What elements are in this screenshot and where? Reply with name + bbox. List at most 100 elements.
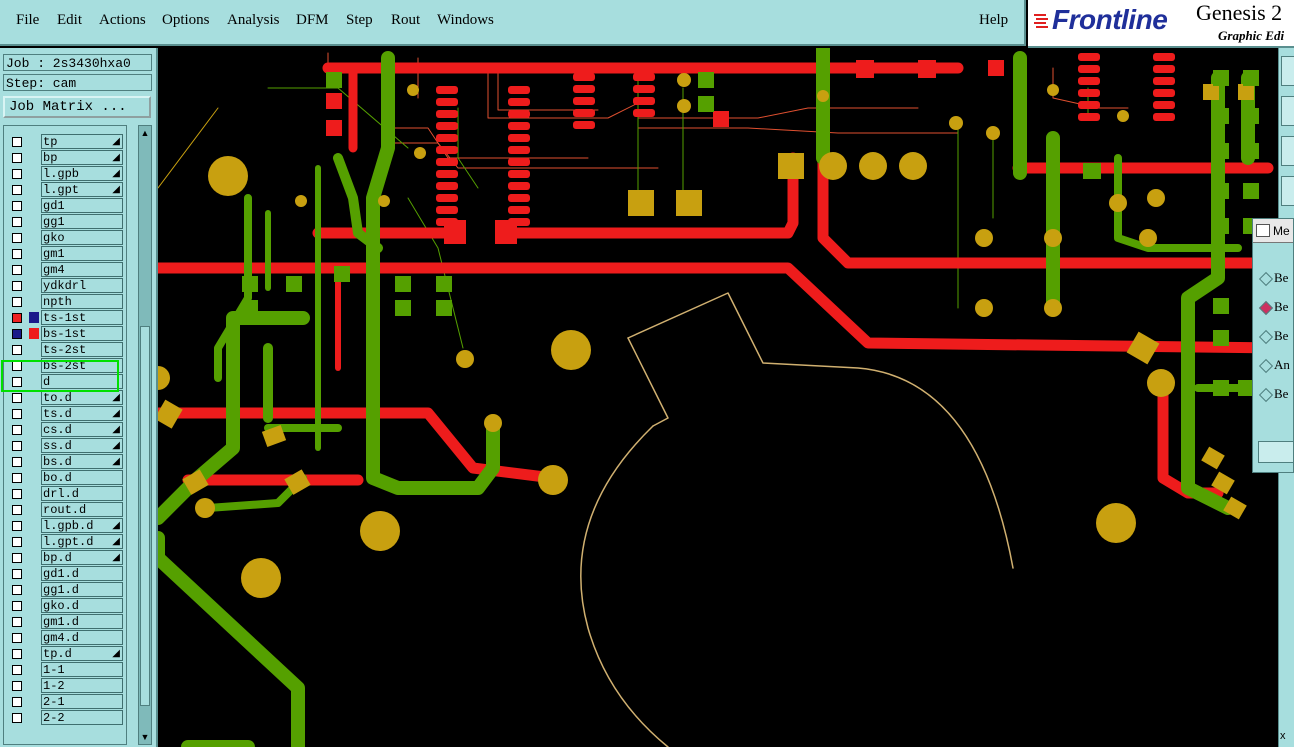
layer-checkbox[interactable] [12, 425, 22, 435]
layer-row-ts-2st[interactable]: ts-2st [4, 342, 126, 358]
layer-row-gm1.d[interactable]: gm1.d [4, 614, 126, 630]
layer-name[interactable]: bp ◢ [41, 150, 123, 165]
layer-checkbox[interactable] [12, 281, 22, 291]
layer-checkbox[interactable] [12, 297, 22, 307]
layer-row-gko[interactable]: gko [4, 230, 126, 246]
layer-row-1-1[interactable]: 1-1 [4, 662, 126, 678]
layer-checkbox[interactable] [12, 441, 22, 451]
layer-name[interactable]: gm4.d [41, 630, 123, 645]
scroll-up-arrow-icon[interactable]: ▲ [140, 128, 150, 138]
layer-name[interactable]: gm4 [41, 262, 123, 277]
radio-diamond-icon[interactable] [1258, 300, 1274, 316]
layer-checkbox[interactable] [12, 249, 22, 259]
layer-name[interactable]: 2-1 [41, 694, 123, 709]
layer-checkbox[interactable] [12, 665, 22, 675]
layer-checkbox[interactable] [12, 601, 22, 611]
layer-checkbox[interactable] [12, 633, 22, 643]
layer-name[interactable]: bo.d [41, 470, 123, 485]
layer-checkbox[interactable] [12, 313, 22, 323]
layer-checkbox[interactable] [12, 585, 22, 595]
layer-checkbox[interactable] [12, 233, 22, 243]
menu-actions[interactable]: Actions [99, 12, 146, 29]
layer-row-gd1[interactable]: gd1 [4, 198, 126, 214]
layer-row-gd1.d[interactable]: gd1.d [4, 566, 126, 582]
layer-row-bs-1st[interactable]: bs-1st [4, 326, 126, 342]
layer-row-bo.d[interactable]: bo.d [4, 470, 126, 486]
graphic-canvas[interactable] [158, 48, 1278, 747]
radio-diamond-icon[interactable] [1258, 358, 1274, 374]
layer-list-scrollbar[interactable]: ▲ ▼ [138, 125, 152, 745]
layer-name[interactable]: to.d ◢ [41, 390, 123, 405]
scroll-thumb[interactable] [140, 326, 150, 706]
layer-name[interactable]: l.gpb.d ◢ [41, 518, 123, 533]
popup-option[interactable]: Be [1258, 267, 1293, 289]
scroll-down-arrow-icon[interactable]: ▼ [140, 732, 150, 742]
layer-checkbox[interactable] [12, 169, 22, 179]
job-matrix-button[interactable]: Job Matrix ... [3, 96, 151, 118]
tool-button-1[interactable] [1281, 56, 1294, 86]
layer-name[interactable]: ts.d ◢ [41, 406, 123, 421]
popup-option[interactable]: Be [1258, 383, 1293, 405]
layer-checkbox[interactable] [12, 345, 22, 355]
layer-row-tp[interactable]: tp ◢ [4, 134, 126, 150]
layer-name[interactable]: ydkdrl [41, 278, 123, 293]
layer-checkbox[interactable] [12, 505, 22, 515]
popup-option[interactable]: Be [1258, 325, 1293, 347]
popup-title[interactable]: Me [1253, 219, 1293, 243]
layer-checkbox[interactable] [12, 265, 22, 275]
layer-checkbox[interactable] [12, 473, 22, 483]
layer-name[interactable]: gd1.d [41, 566, 123, 581]
layer-row-gko.d[interactable]: gko.d [4, 598, 126, 614]
layer-row-1-2[interactable]: 1-2 [4, 678, 126, 694]
layer-row-npth[interactable]: npth [4, 294, 126, 310]
layer-row-l.gpt[interactable]: l.gpt ◢ [4, 182, 126, 198]
menu-rout[interactable]: Rout [391, 12, 420, 29]
layer-name[interactable]: bs.d ◢ [41, 454, 123, 469]
layer-row-bp[interactable]: bp ◢ [4, 150, 126, 166]
layer-checkbox[interactable] [12, 393, 22, 403]
radio-diamond-icon[interactable] [1258, 329, 1274, 345]
radio-diamond-icon[interactable] [1258, 271, 1274, 287]
tool-button-2[interactable] [1281, 96, 1294, 126]
layer-checkbox[interactable] [12, 137, 22, 147]
layer-name[interactable]: drl.d [41, 486, 123, 501]
layer-checkbox[interactable] [12, 217, 22, 227]
layer-row-gg1[interactable]: gg1 [4, 214, 126, 230]
layer-row-l.gpt.d[interactable]: l.gpt.d ◢ [4, 534, 126, 550]
menu-help[interactable]: Help [979, 12, 1008, 29]
layer-row-gg1.d[interactable]: gg1.d [4, 582, 126, 598]
tool-button-4[interactable] [1281, 176, 1294, 206]
layer-name[interactable]: 1-2 [41, 678, 123, 693]
tool-button-3[interactable] [1281, 136, 1294, 166]
layer-row-2-2[interactable]: 2-2 [4, 710, 126, 726]
layer-checkbox[interactable] [12, 521, 22, 531]
layer-row-ts-1st[interactable]: ts-1st [4, 310, 126, 326]
layer-name[interactable]: rout.d [41, 502, 123, 517]
layer-name[interactable]: l.gpb ◢ [41, 166, 123, 181]
menu-step[interactable]: Step [346, 12, 373, 29]
layer-row-gm1[interactable]: gm1 [4, 246, 126, 262]
layer-checkbox[interactable] [12, 713, 22, 723]
layer-name[interactable]: 2-2 [41, 710, 123, 725]
layer-name[interactable]: gko.d [41, 598, 123, 613]
layer-row-rout.d[interactable]: rout.d [4, 502, 126, 518]
layer-row-2-1[interactable]: 2-1 [4, 694, 126, 710]
layer-checkbox[interactable] [12, 153, 22, 163]
radio-diamond-icon[interactable] [1258, 387, 1274, 403]
layer-name[interactable]: gg1.d [41, 582, 123, 597]
layer-name[interactable]: gd1 [41, 198, 123, 213]
layer-name[interactable]: gko [41, 230, 123, 245]
layer-checkbox[interactable] [12, 409, 22, 419]
menu-dfm[interactable]: DFM [296, 12, 329, 29]
popup-option[interactable]: An [1258, 354, 1293, 376]
layer-checkbox[interactable] [12, 649, 22, 659]
layer-name[interactable]: gm1.d [41, 614, 123, 629]
menu-file[interactable]: File [16, 12, 39, 29]
layer-checkbox[interactable] [12, 697, 22, 707]
layer-row-ts.d[interactable]: ts.d ◢ [4, 406, 126, 422]
layer-checkbox[interactable] [12, 201, 22, 211]
layer-checkbox[interactable] [12, 457, 22, 467]
layer-name[interactable]: tp.d ◢ [41, 646, 123, 661]
popup-option[interactable]: Be [1258, 296, 1293, 318]
layer-name[interactable]: l.gpt.d ◢ [41, 534, 123, 549]
